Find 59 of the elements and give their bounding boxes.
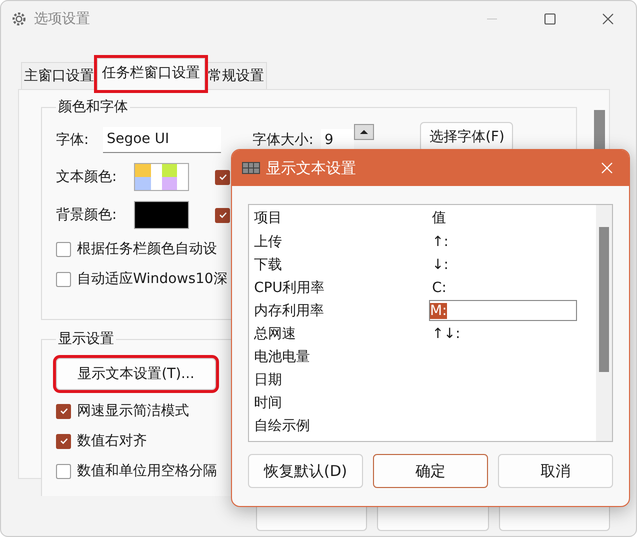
checkbox[interactable] xyxy=(56,242,71,256)
display-text-settings-button[interactable]: 显示文本设置(T)... xyxy=(56,358,216,390)
dialog-button[interactable]: 确定 xyxy=(373,454,488,488)
text-color-label: 文本颜色: xyxy=(56,168,118,186)
text-color-swatch[interactable] xyxy=(134,163,189,191)
dialog-button[interactable]: 恢复默认(D) xyxy=(248,454,363,488)
dialog-title: 显示文本设置 xyxy=(266,158,356,178)
list-cell[interactable]: ↓: xyxy=(432,256,448,272)
checkbox-label[interactable]: 数值和单位用空格分隔 xyxy=(77,462,217,480)
table-icon xyxy=(242,162,260,174)
gear-icon xyxy=(10,10,28,28)
background-color-label: 背景颜色: xyxy=(56,206,118,224)
list-cell[interactable]: ↑↓: xyxy=(432,326,460,342)
list-cell[interactable]: 总网速 xyxy=(254,324,432,342)
list-cell[interactable]: 日期 xyxy=(254,370,432,388)
checkmark-icon xyxy=(58,436,68,446)
checkbox-label[interactable]: 根据任务栏颜色自动设 xyxy=(77,240,217,258)
checkbox-label[interactable]: 数值右对齐 xyxy=(77,432,147,450)
list-cell[interactable]: 电池电量 xyxy=(254,348,432,366)
up-arrow-icon xyxy=(360,129,368,135)
background-color-swatch[interactable] xyxy=(134,201,189,229)
value-field[interactable]: M: xyxy=(429,300,577,321)
list-cell[interactable]: 自绘示例 xyxy=(254,416,432,434)
checkbox[interactable] xyxy=(56,272,71,286)
list-cell[interactable]: 下载 xyxy=(254,256,432,274)
checkbox[interactable] xyxy=(56,464,71,478)
list-cell[interactable]: ↑: xyxy=(432,234,448,250)
font-label: 字体: xyxy=(56,131,89,149)
list-cell[interactable]: CPU利用率 xyxy=(254,278,432,296)
font-size-field[interactable]: 9 xyxy=(321,129,354,151)
column-header[interactable]: 值 xyxy=(432,208,446,226)
group-title: 显示设置 xyxy=(57,330,115,348)
window-title: 选项设置 xyxy=(34,10,90,28)
scrollbar[interactable] xyxy=(596,205,612,441)
checkbox[interactable] xyxy=(56,434,71,448)
font-field[interactable]: Segoe UI xyxy=(102,127,221,153)
checkbox[interactable] xyxy=(56,404,71,418)
checkbox-label[interactable]: 自动适应Windows10深 xyxy=(77,270,228,288)
checkmark-icon xyxy=(218,172,228,182)
maximize-icon[interactable] xyxy=(544,13,556,25)
font-size-label: 字体大小: xyxy=(252,131,314,149)
checkmark-icon xyxy=(218,210,228,220)
tab[interactable]: 任务栏窗口设置 xyxy=(97,58,205,90)
list-cell[interactable]: 内存利用率 xyxy=(254,302,432,320)
dialog-button[interactable]: 取消 xyxy=(498,454,613,488)
tab[interactable]: 主窗口设置 xyxy=(21,62,97,89)
column-header[interactable]: 项目 xyxy=(254,208,432,226)
list-cell[interactable]: 时间 xyxy=(254,394,432,412)
tab[interactable]: 常规设置 xyxy=(205,62,267,89)
checkbox[interactable] xyxy=(215,170,230,184)
list-cell[interactable]: C: xyxy=(432,280,446,296)
close-icon[interactable] xyxy=(602,13,614,25)
checkbox-label[interactable]: 网速显示简洁模式 xyxy=(77,402,189,420)
list-cell[interactable]: 上传 xyxy=(254,232,432,250)
checkmark-icon xyxy=(58,406,68,416)
spin-button[interactable] xyxy=(354,124,374,140)
choose-font-button[interactable]: 选择字体(F) xyxy=(420,122,514,152)
checkbox[interactable] xyxy=(215,208,230,222)
group-title: 颜色和字体 xyxy=(57,98,129,116)
